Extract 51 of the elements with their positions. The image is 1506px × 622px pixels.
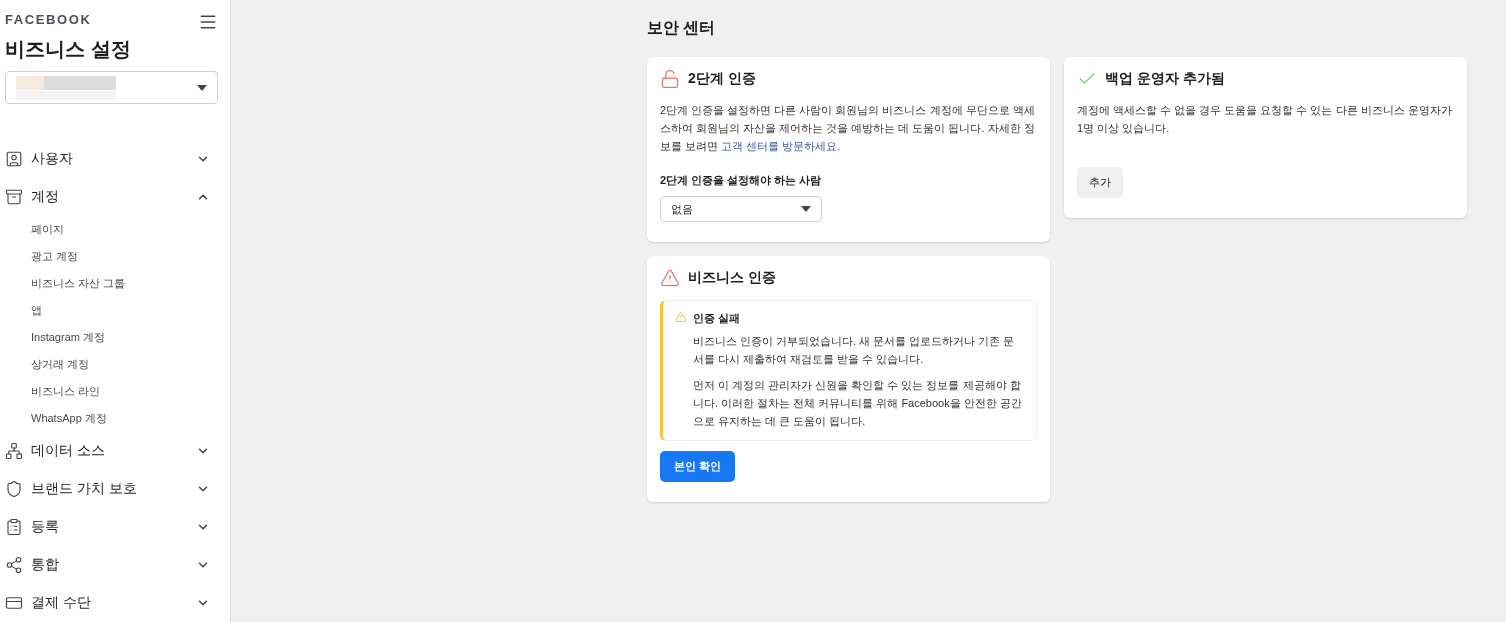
nav-item[interactable]: 등록 bbox=[0, 508, 230, 546]
nav-subitem[interactable]: 비즈니스 자산 그룹 bbox=[0, 270, 230, 297]
network-icon bbox=[5, 442, 23, 460]
share-nodes-icon bbox=[5, 556, 23, 574]
alert-title: 인증 실패 bbox=[693, 311, 742, 326]
help-center-link[interactable]: 고객 센터를 방문하세요. bbox=[721, 140, 841, 152]
unlock-icon bbox=[660, 69, 680, 89]
nav-item[interactable]: 통합 bbox=[0, 546, 230, 584]
role-dropdown[interactable]: 없음 bbox=[660, 196, 822, 222]
menu-icon[interactable] bbox=[198, 12, 218, 32]
card-title: 2단계 인증 bbox=[688, 70, 756, 88]
credit-card-icon bbox=[5, 594, 23, 612]
archive-box-icon bbox=[5, 188, 23, 206]
nav-label: 등록 bbox=[31, 518, 60, 536]
nav-subitem[interactable]: 광고 계정 bbox=[0, 243, 230, 270]
caret-icon bbox=[801, 206, 811, 212]
section-title: 보안 센터 bbox=[647, 18, 717, 38]
nav-label: 브랜드 가치 보호 bbox=[31, 480, 138, 498]
nav-item[interactable]: 사용자 bbox=[0, 140, 230, 178]
nav-subitem[interactable]: 페이지 bbox=[0, 216, 230, 243]
nav-item[interactable]: 결제 수단 bbox=[0, 584, 230, 622]
nav-label: 결제 수단 bbox=[31, 594, 92, 612]
caret-icon bbox=[197, 84, 207, 91]
nav-subitem[interactable]: WhatsApp 계정 bbox=[0, 405, 230, 432]
verify-button[interactable]: 본인 확인 bbox=[660, 451, 736, 482]
card-description: 2단계 인증을 설정하면 다른 사람이 회원님의 비즈니스 계정에 무단으로 액세스하여 회원님의 자산을 제어하는 것을 예방하는 데 도움이 됩니다. 자세한 정보를 보려면 고객 센터를 방문하세요. bbox=[660, 103, 1036, 154]
nav-item[interactable]: 브랜드 가치 보호 bbox=[0, 470, 230, 508]
nav-subitem[interactable]: Instagram 계정 bbox=[0, 324, 230, 351]
nav-subitem[interactable]: 앱 bbox=[0, 297, 230, 324]
card-title: 백업 운영자 추가됨 bbox=[1105, 70, 1225, 88]
alert-text: 비즈니스 인증이 거부되었습니다. 새 문서를 업로드하거나 기존 문서를 다시 제출하여 재검토를 받을 수 있습니다. bbox=[693, 334, 1016, 367]
id-card-icon bbox=[5, 150, 23, 168]
warning-icon bbox=[675, 311, 687, 323]
shield-icon bbox=[5, 480, 23, 498]
page-title: 비즈니스 설정 bbox=[4, 37, 132, 62]
nav-label: 계정 bbox=[31, 188, 60, 206]
nav-label: 사용자 bbox=[31, 150, 74, 168]
card-title: 비즈니스 인증 bbox=[688, 269, 776, 287]
nav-item[interactable]: 데이터 소스 bbox=[0, 432, 230, 470]
field-label: 2단계 인증을 설정해야 하는 사람 bbox=[660, 173, 823, 188]
card-description: 계정에 액세스할 수 없을 경우 도움을 요청할 수 있는 다른 비즈니스 운영자가 1명 이상 있습니다. bbox=[1077, 103, 1453, 136]
add-button[interactable]: 추가 bbox=[1077, 167, 1123, 198]
nav-label: 통합 bbox=[31, 556, 60, 574]
nav-subitem[interactable]: 상거래 계정 bbox=[0, 351, 230, 378]
warning-icon bbox=[660, 268, 680, 288]
nav-item[interactable]: 계정 bbox=[0, 178, 230, 216]
nav-label: 데이터 소스 bbox=[31, 442, 106, 460]
nav-subitem[interactable]: 비즈니스 라인 bbox=[0, 378, 230, 405]
alert-text: 먼저 이 계정의 관리자가 신원을 확인할 수 있는 정보를 제공해야 합니다. 이러한 절차는 전체 커뮤니티를 위해 Facebook을 안전한 공간으로 유지하는 데 큰 도움이 됩니다. bbox=[693, 378, 1023, 429]
brand-logo: FACEBOOK bbox=[5, 12, 92, 27]
clipboard-icon bbox=[5, 518, 23, 536]
